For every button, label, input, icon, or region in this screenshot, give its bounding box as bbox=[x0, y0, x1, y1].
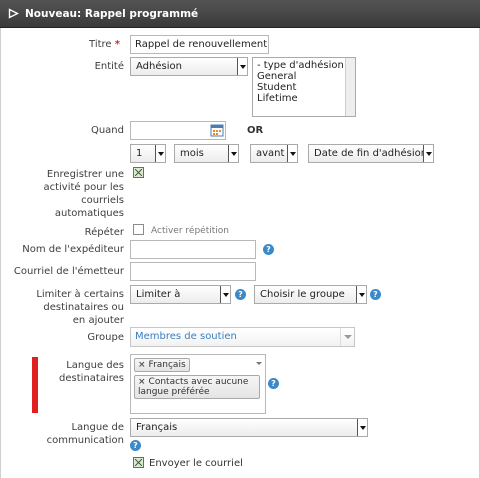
remove-tag-icon[interactable]: × bbox=[138, 377, 146, 387]
limit-mode-select[interactable]: Limiter à bbox=[130, 285, 231, 304]
calendar-icon[interactable] bbox=[210, 123, 224, 137]
help-icon[interactable]: ? bbox=[235, 289, 246, 300]
relation-select[interactable]: avant bbox=[250, 144, 298, 163]
dialog-titlebar: Nouveau: Rappel programmé bbox=[0, 0, 480, 28]
sender-email-input[interactable] bbox=[130, 262, 256, 281]
membership-type-listbox[interactable]: - type d'adhésion - General Student Life… bbox=[252, 57, 356, 117]
chevron-down-icon bbox=[423, 145, 433, 162]
language-tag[interactable]: × Contacts avec aucune langue préférée bbox=[134, 375, 260, 399]
dialog-title: Nouveau: Rappel programmé bbox=[25, 7, 199, 20]
required-marker-bar bbox=[32, 357, 38, 413]
help-icon[interactable]: ? bbox=[370, 289, 381, 300]
list-item[interactable]: Lifetime bbox=[257, 93, 351, 104]
chevron-down-icon bbox=[256, 362, 262, 365]
repeter-label: Répéter bbox=[84, 227, 124, 238]
repeat-checkbox-label: Activer répétition bbox=[151, 226, 229, 236]
chevron-down-icon bbox=[155, 145, 165, 162]
repeat-checkbox[interactable] bbox=[133, 224, 144, 235]
send-email-label: Envoyer le courriel bbox=[149, 458, 243, 469]
entite-label: Entité bbox=[94, 61, 124, 72]
chevron-down-icon bbox=[357, 419, 367, 436]
titre-input[interactable]: Rappel de renouvellement bbox=[130, 35, 269, 54]
help-icon[interactable]: ? bbox=[130, 440, 141, 451]
chevron-down-icon bbox=[228, 145, 238, 162]
group-select[interactable]: Membres de soutien bbox=[130, 327, 355, 347]
chevron-down-icon bbox=[340, 328, 354, 346]
list-item[interactable]: - type d'adhésion - bbox=[257, 60, 351, 71]
sender-name-label: Nom de l'expéditeur bbox=[22, 244, 124, 255]
group-label: Groupe bbox=[87, 332, 124, 343]
list-item[interactable]: Student bbox=[257, 82, 351, 93]
titre-label: Titre * bbox=[89, 39, 120, 50]
chevron-down-icon bbox=[356, 286, 366, 303]
sender-name-input[interactable] bbox=[130, 240, 256, 259]
help-icon[interactable]: ? bbox=[268, 378, 279, 389]
list-item[interactable]: General bbox=[257, 71, 351, 82]
communication-language-select[interactable]: Français bbox=[130, 418, 368, 437]
quand-label: Quand bbox=[90, 125, 124, 136]
sender-email-label: Courriel de l'émetteur bbox=[13, 266, 124, 277]
send-email-checkbox[interactable] bbox=[133, 457, 144, 468]
chevron-down-icon bbox=[220, 286, 230, 303]
collapse-triangle-icon[interactable] bbox=[8, 8, 19, 19]
group-choice-select[interactable]: Choisir le groupe bbox=[254, 285, 367, 304]
anchor-date-select[interactable]: Date de fin d'adhésion bbox=[308, 144, 434, 163]
entite-select[interactable]: Adhésion bbox=[130, 57, 248, 76]
language-tag[interactable]: × Français bbox=[134, 358, 190, 372]
scrollbar[interactable] bbox=[345, 58, 355, 116]
or-label: OR bbox=[247, 125, 264, 136]
required-mark: * bbox=[114, 39, 120, 50]
limit-label: Limiter à certains destinataires ou en a… bbox=[36, 289, 124, 326]
help-icon[interactable]: ? bbox=[263, 244, 274, 255]
remove-tag-icon[interactable]: × bbox=[138, 360, 146, 370]
communication-language-label: Langue de communication bbox=[46, 422, 124, 446]
chevron-down-icon bbox=[237, 58, 247, 75]
enregistrer-label: Enregistrer une activité pour les courri… bbox=[43, 169, 124, 219]
recipient-language-label: Langue des destinataires bbox=[59, 360, 124, 384]
unit-select[interactable]: mois bbox=[174, 144, 239, 163]
number-select[interactable]: 1 bbox=[130, 144, 166, 163]
chevron-down-icon bbox=[287, 145, 297, 162]
record-activity-checkbox[interactable] bbox=[133, 167, 144, 178]
